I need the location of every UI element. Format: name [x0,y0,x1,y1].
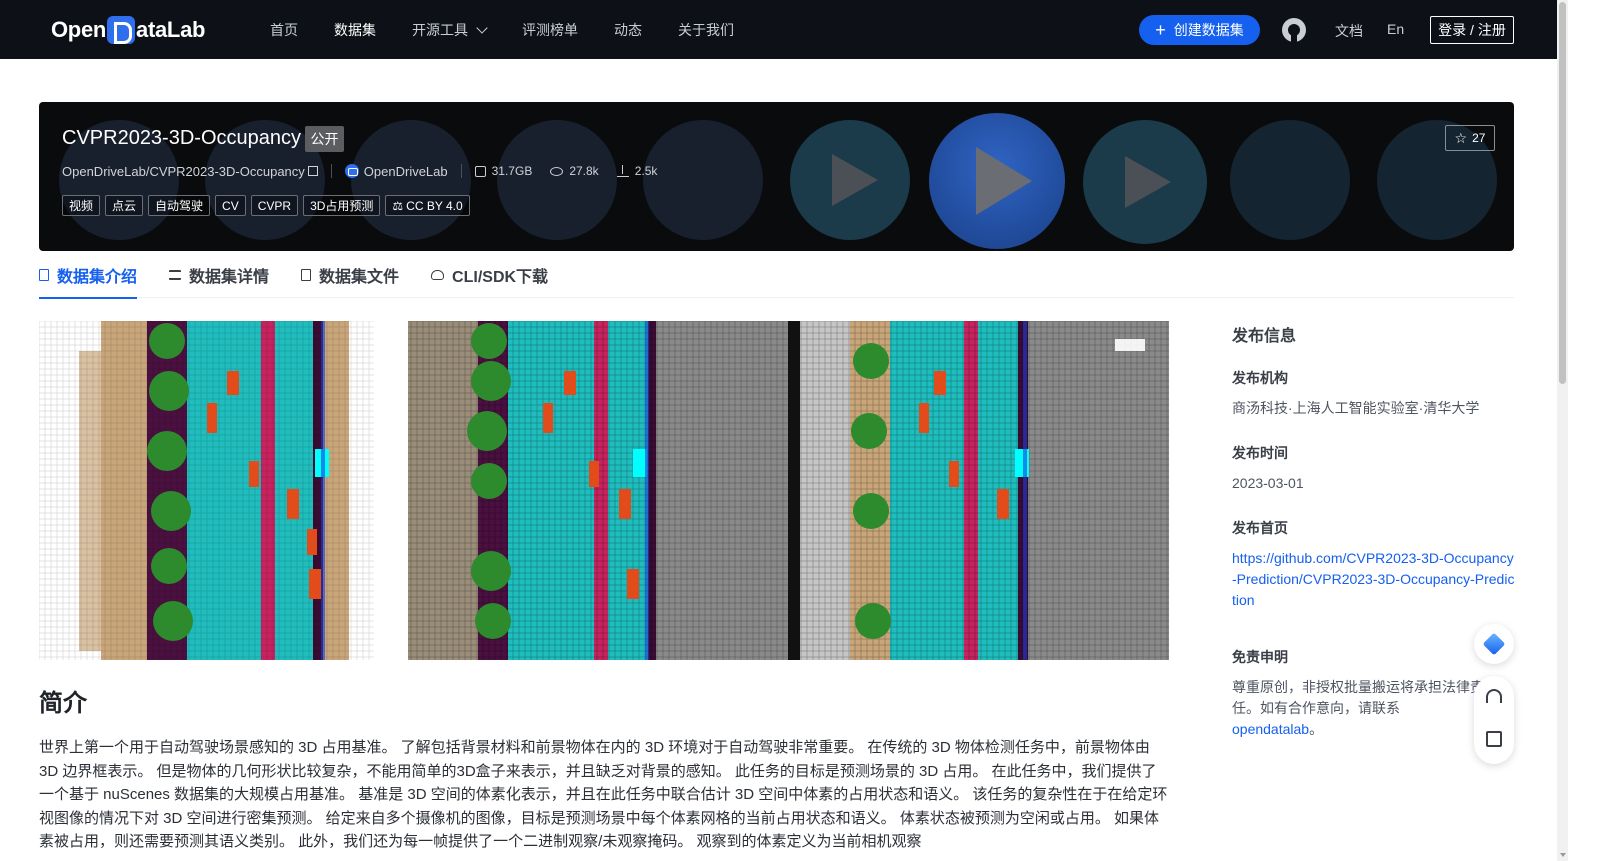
tab-details[interactable]: 数据集详情 [169,252,269,298]
docs-link[interactable]: 文档 [1335,21,1363,41]
tab-cli-sdk[interactable]: CLI/SDK下载 [431,252,548,298]
divider [330,164,332,178]
occupancy-figure-svg [39,321,1169,660]
publisher-value: 商汤科技·上海人工智能实验室·清华大学 [1232,400,1480,416]
disk-icon [474,165,486,177]
contact-link[interactable]: opendatalab [1232,721,1309,737]
banner-decoration [497,120,617,240]
nav-item-news[interactable]: 动态 [614,20,642,40]
plus-icon: + [1155,20,1166,40]
logo-mark-icon [107,16,136,44]
tag[interactable]: 3D占用预测 [303,195,381,216]
tag[interactable]: CV [215,195,246,216]
tab-files[interactable]: 数据集文件 [301,252,399,298]
nav-item-about[interactable]: 关于我们 [678,20,734,40]
opendatalab-logo[interactable]: Open ataLab [51,14,205,46]
download-icon [616,165,629,177]
intro-paragraph: 世界上第一个用于自动驾驶场景感知的 3D 占用基准。 了解包括背景材料和前景物体… [39,739,1168,850]
scroll-down-arrow-icon[interactable] [1560,853,1566,857]
customer-service-icon[interactable] [1486,689,1502,703]
occupancy-visualization-image [39,321,1169,660]
visibility-badge: 公开 [305,126,344,152]
banner-decoration [643,120,763,240]
floating-tools [1474,676,1514,764]
play-icon [832,154,878,206]
document-icon [39,269,49,281]
tag-list: 视频 点云 自动驾驶 CV CVPR 3D占用预测 ⚖ CC BY 4.0 [62,195,475,216]
tab-introduction[interactable]: 数据集介绍 [39,252,138,299]
dataset-tabs: 数据集介绍 数据集详情 数据集文件 CLI/SDK下载 [39,252,1514,299]
banner-decoration [1230,120,1350,240]
nav-item-home[interactable]: 首页 [270,20,298,40]
license-tag[interactable]: ⚖ CC BY 4.0 [385,195,470,216]
downloads-stat: 2.5k [616,164,657,178]
play-icon [1125,156,1171,208]
tag[interactable]: 视频 [62,195,101,216]
star-button[interactable]: ☆ 27 [1445,125,1495,151]
video-thumb[interactable] [1083,120,1207,244]
views-stat: 27.8k [550,164,599,178]
video-thumb[interactable] [790,120,910,240]
play-icon [976,147,1032,215]
ai-assistant-button[interactable] [1474,624,1514,664]
tag[interactable]: 自动驾驶 [148,195,211,216]
dataset-meta: OpenDriveLab/CVPR2023-3D-Occupancy OpenD… [62,162,675,180]
nav-item-datasets[interactable]: 数据集 [334,20,376,40]
page-scrollbar[interactable] [1557,0,1568,861]
login-register-button[interactable]: 登录 / 注册 [1430,16,1514,44]
publisher-label: 发布机构 [1232,370,1288,386]
video-thumb-active[interactable] [929,113,1065,249]
disclaimer-label: 免责申明 [1232,649,1288,665]
repo-path: OpenDriveLab/CVPR2023-3D-Occupancy [62,163,305,179]
disclaimer-text: 尊重原创，非授权批量搬运将承担法律责任。如有合作意向，请联系opendatala… [1232,679,1484,737]
star-icon: ☆ [1454,129,1468,146]
feedback-icon[interactable] [1486,731,1502,747]
scale-icon: ⚖ [392,198,404,213]
banner-decoration [351,120,471,240]
file-icon [301,269,312,281]
homepage-link[interactable]: https://github.com/CVPR2023-3D-Occupancy… [1232,548,1517,611]
homepage-label: 发布首页 [1232,520,1288,536]
nav-item-leaderboard[interactable]: 评测榜单 [522,20,578,40]
panel-ground-truth [39,321,374,660]
divider [460,164,462,178]
nav-item-opensource-tools[interactable]: 开源工具 [412,20,488,40]
chevron-down-icon [476,21,488,34]
list-icon [169,270,182,280]
eye-icon [550,166,564,176]
org-name[interactable]: OpenDriveLab [364,164,448,179]
release-info-panel: 发布信息 发布机构 商汤科技·上海人工智能实验室·清华大学 发布时间 2023-… [1232,322,1517,635]
top-nav: Open ataLab 首页 数据集 开源工具 评测榜单 动态 关于我们 + 创建数… [0,0,1557,59]
intro-heading: 简介 [39,690,87,717]
tag[interactable]: CVPR [250,195,299,216]
cloud-download-icon [431,270,445,280]
disclaimer: 免责申明 尊重原创，非授权批量搬运将承担法律责任。如有合作意向，请联系opend… [1232,647,1487,740]
release-date-label: 发布时间 [1232,445,1288,461]
panel-prediction-b [800,321,1169,660]
size-stat: 31.7GB [474,164,532,178]
github-icon[interactable] [1282,18,1306,42]
nav-items: 首页 数据集 开源工具 评测榜单 动态 关于我们 [270,0,770,59]
scrollbar-thumb[interactable] [1559,2,1566,384]
language-switch[interactable]: En [1387,21,1404,37]
release-date-value: 2023-03-01 [1232,475,1304,491]
dataset-title: CVPR2023-3D-Occupancy [62,127,301,149]
create-dataset-button[interactable]: + 创建数据集 [1139,15,1260,45]
release-info-heading: 发布信息 [1232,328,1297,345]
org-avatar-icon [344,164,359,178]
tag[interactable]: 点云 [105,195,144,216]
panel-prediction-a [408,321,800,660]
copy-icon[interactable] [307,166,318,176]
